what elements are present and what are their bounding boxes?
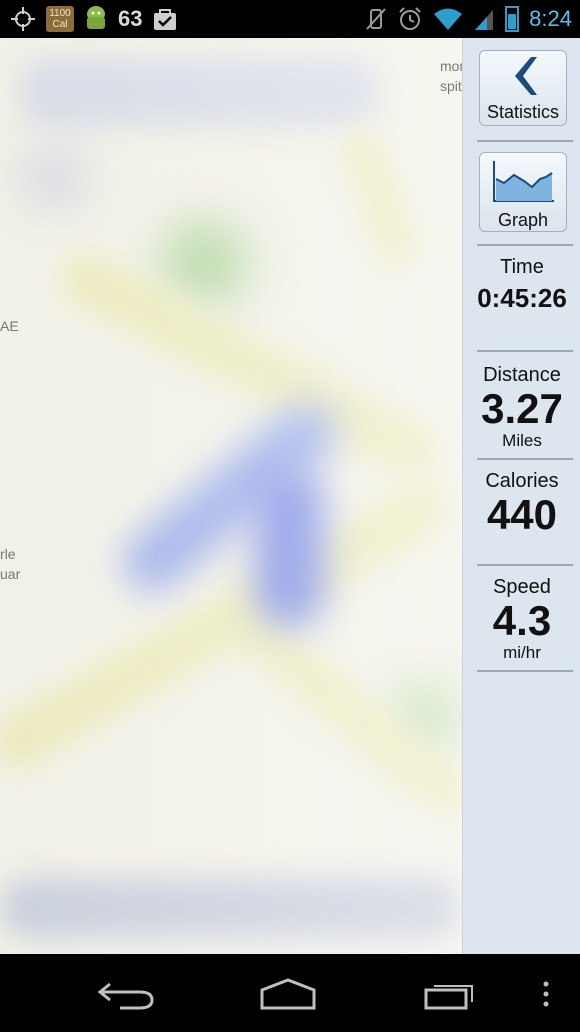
time-label: Time [500, 256, 544, 278]
chevron-left-icon [515, 57, 537, 95]
home-icon[interactable] [258, 976, 318, 1012]
speed-label: Speed [493, 576, 551, 598]
map-edge-label: AE [0, 318, 19, 334]
distance-label: Distance [483, 364, 561, 386]
wifi-icon [434, 8, 463, 30]
overflow-menu-icon[interactable] [536, 976, 556, 1012]
map-edge-label: spit [440, 78, 462, 94]
map-edge-label: rle [0, 546, 16, 562]
recent-apps-icon[interactable] [420, 976, 480, 1012]
distance-stat: Distance 3.27 Miles [463, 364, 580, 451]
back-icon[interactable] [96, 976, 156, 1012]
time-value: 0:45:26 [477, 283, 567, 313]
status-left: 1100 Cal 63 [10, 4, 178, 34]
divider [477, 564, 573, 566]
status-right: 8:24 [365, 4, 572, 34]
status-bar: 1100 Cal 63 8:24 [0, 0, 580, 38]
distance-unit: Miles [502, 431, 542, 450]
statistics-button-label: Statistics [486, 102, 560, 122]
graph-icon [493, 161, 554, 202]
stats-panel: Statistics Graph Time 0:45:26 Distance 3… [462, 38, 580, 954]
battery-icon [505, 6, 520, 32]
calories-label: Calories [485, 470, 559, 492]
calories-stat: Calories 440 [463, 470, 580, 537]
graph-button[interactable]: Graph [479, 152, 567, 232]
speed-value: 4.3 [492, 597, 552, 644]
distance-value: 3.27 [481, 385, 563, 432]
divider [477, 140, 573, 142]
android-icon [87, 6, 105, 29]
calorie-app-icon: 1100 Cal [46, 6, 74, 32]
notification-count: 63 [118, 6, 143, 31]
time-stat: Time 0:45:26 [463, 256, 580, 314]
map-edge-label: uar [0, 566, 21, 582]
divider [477, 670, 573, 672]
vibrate-mute-icon [366, 8, 386, 30]
calories-value: 440 [486, 491, 558, 538]
graph-button-label: Graph [497, 210, 549, 230]
map-view[interactable]: mor spit AE rle uar [0, 38, 462, 954]
shopping-bag-check-icon [154, 9, 177, 30]
alarm-icon [399, 7, 421, 30]
divider [477, 458, 573, 460]
gps-icon [11, 7, 35, 31]
divider [477, 244, 573, 246]
clock: 8:24 [529, 6, 572, 31]
statistics-button[interactable]: Statistics [479, 50, 567, 126]
speed-unit: mi/hr [503, 643, 541, 662]
cell-signal-icon [475, 10, 494, 30]
map-fade [0, 38, 462, 954]
map-edge-label: mor [440, 58, 462, 74]
navigation-bar [0, 954, 580, 1032]
divider [477, 350, 573, 352]
speed-stat: Speed 4.3 mi/hr [463, 576, 580, 663]
